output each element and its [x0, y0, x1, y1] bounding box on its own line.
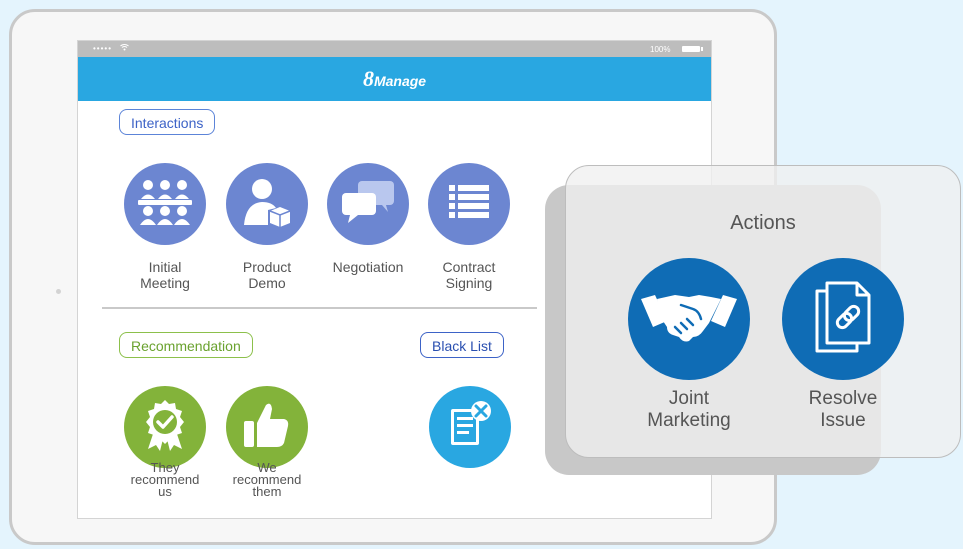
handshake-icon [641, 287, 737, 352]
initial-meeting-button[interactable] [124, 163, 206, 245]
brand-number: 8 [362, 66, 374, 91]
list-icon [449, 184, 489, 224]
label-line: Contract [442, 259, 496, 275]
label-line: Issue [820, 410, 866, 431]
we-recommend-them-button[interactable] [226, 386, 308, 468]
award-ribbon-icon [142, 399, 188, 456]
joint-marketing-button[interactable] [628, 258, 750, 380]
thumbs-up-icon [244, 401, 290, 454]
label-line: Resolve [808, 388, 878, 409]
battery-icon [682, 46, 703, 52]
label-line: Initial [148, 259, 182, 275]
battery-percentage: 100% [650, 45, 671, 54]
tablet-camera-dot [56, 289, 61, 294]
actions-popup: Actions Joint Marketing Resolve Issue [565, 165, 961, 458]
resolve-issue-label: Resolve Issue [778, 388, 908, 432]
label-line: Demo [248, 275, 286, 291]
brand-logo: 8Manage [363, 66, 426, 92]
label-line: Meeting [140, 275, 190, 291]
contract-signing-label: Contract Signing [414, 259, 524, 291]
document-x-icon [447, 400, 493, 454]
recommendation-header[interactable]: Recommendation [119, 332, 253, 358]
label-line: Joint [668, 388, 710, 409]
actions-title: Actions [730, 212, 796, 234]
label-line: us [158, 484, 172, 499]
linked-documents-icon [813, 281, 873, 358]
negotiation-label: Negotiation [313, 259, 423, 275]
contract-signing-button[interactable] [428, 163, 510, 245]
negotiation-button[interactable] [327, 163, 409, 245]
joint-marketing-label: Joint Marketing [624, 388, 754, 432]
label-line: Product [242, 259, 292, 275]
resolve-issue-button[interactable] [782, 258, 904, 380]
label-line: them [252, 484, 282, 499]
app-header: 8Manage [78, 57, 711, 101]
meeting-icon [136, 179, 194, 230]
signal-strength: ••••• [93, 44, 113, 53]
initial-meeting-label: Initial Meeting [110, 259, 220, 291]
interactions-header[interactable]: Interactions [119, 109, 216, 135]
they-recommend-us-button[interactable] [124, 386, 206, 468]
product-demo-icon [242, 177, 292, 232]
product-demo-label: Product Demo [212, 259, 322, 291]
blacklist-header[interactable]: Black List [420, 332, 504, 358]
they-recommend-us-label: They recommend us [110, 461, 220, 499]
brand-word: Manage [373, 73, 427, 89]
product-demo-button[interactable] [226, 163, 308, 245]
label-line: Marketing [647, 410, 731, 431]
status-bar: ••••• 100% [78, 41, 711, 57]
blacklist-button[interactable] [429, 386, 511, 468]
chat-bubbles-icon [340, 179, 396, 230]
wifi-icon [120, 43, 129, 53]
label-line: Negotiation [332, 259, 404, 275]
label-line: Signing [445, 275, 493, 291]
section-divider [102, 307, 537, 309]
we-recommend-them-label: We recommend them [212, 461, 322, 499]
